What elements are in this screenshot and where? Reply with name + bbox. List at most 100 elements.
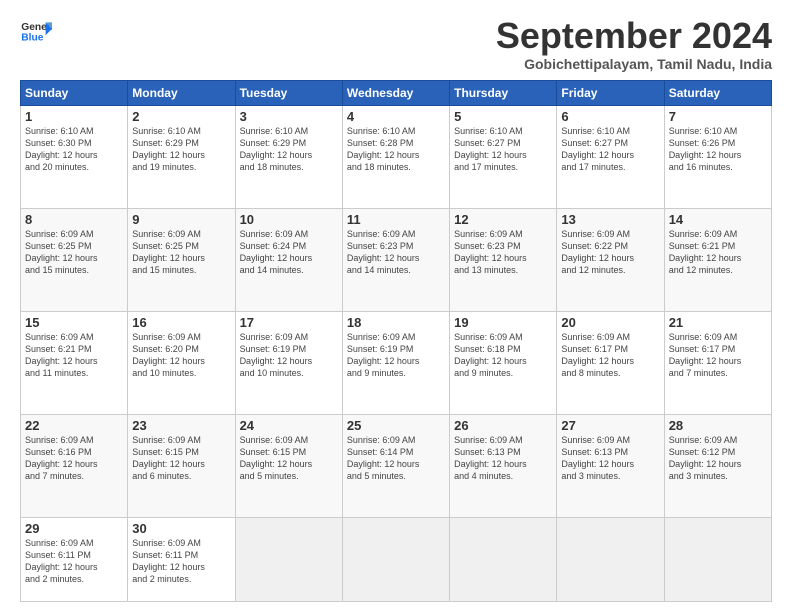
table-row: 11Sunrise: 6:09 AM Sunset: 6:23 PM Dayli… bbox=[342, 208, 449, 311]
table-row: 29Sunrise: 6:09 AM Sunset: 6:11 PM Dayli… bbox=[21, 517, 128, 601]
day-info: Sunrise: 6:10 AM Sunset: 6:30 PM Dayligh… bbox=[25, 125, 123, 174]
day-info: Sunrise: 6:09 AM Sunset: 6:21 PM Dayligh… bbox=[669, 228, 767, 277]
table-row: 22Sunrise: 6:09 AM Sunset: 6:16 PM Dayli… bbox=[21, 414, 128, 517]
day-number: 6 bbox=[561, 109, 659, 124]
calendar-week: 22Sunrise: 6:09 AM Sunset: 6:16 PM Dayli… bbox=[21, 414, 772, 517]
day-number: 3 bbox=[240, 109, 338, 124]
day-number: 27 bbox=[561, 418, 659, 433]
col-thursday: Thursday bbox=[450, 80, 557, 105]
table-row: 26Sunrise: 6:09 AM Sunset: 6:13 PM Dayli… bbox=[450, 414, 557, 517]
day-number: 20 bbox=[561, 315, 659, 330]
day-info: Sunrise: 6:10 AM Sunset: 6:29 PM Dayligh… bbox=[132, 125, 230, 174]
day-number: 30 bbox=[132, 521, 230, 536]
day-info: Sunrise: 6:09 AM Sunset: 6:23 PM Dayligh… bbox=[454, 228, 552, 277]
day-info: Sunrise: 6:09 AM Sunset: 6:16 PM Dayligh… bbox=[25, 434, 123, 483]
day-info: Sunrise: 6:09 AM Sunset: 6:25 PM Dayligh… bbox=[25, 228, 123, 277]
table-row: 1Sunrise: 6:10 AM Sunset: 6:30 PM Daylig… bbox=[21, 105, 128, 208]
day-number: 26 bbox=[454, 418, 552, 433]
col-tuesday: Tuesday bbox=[235, 80, 342, 105]
calendar-week: 15Sunrise: 6:09 AM Sunset: 6:21 PM Dayli… bbox=[21, 311, 772, 414]
day-info: Sunrise: 6:09 AM Sunset: 6:15 PM Dayligh… bbox=[240, 434, 338, 483]
col-wednesday: Wednesday bbox=[342, 80, 449, 105]
day-info: Sunrise: 6:09 AM Sunset: 6:12 PM Dayligh… bbox=[669, 434, 767, 483]
table-row bbox=[450, 517, 557, 601]
page: General Blue September 2024 Gobichettipa… bbox=[0, 0, 792, 612]
day-info: Sunrise: 6:09 AM Sunset: 6:14 PM Dayligh… bbox=[347, 434, 445, 483]
table-row: 30Sunrise: 6:09 AM Sunset: 6:11 PM Dayli… bbox=[128, 517, 235, 601]
table-row: 10Sunrise: 6:09 AM Sunset: 6:24 PM Dayli… bbox=[235, 208, 342, 311]
subtitle: Gobichettipalayam, Tamil Nadu, India bbox=[496, 56, 772, 72]
day-number: 4 bbox=[347, 109, 445, 124]
title-section: September 2024 Gobichettipalayam, Tamil … bbox=[496, 16, 772, 72]
day-number: 29 bbox=[25, 521, 123, 536]
day-info: Sunrise: 6:09 AM Sunset: 6:15 PM Dayligh… bbox=[132, 434, 230, 483]
table-row: 27Sunrise: 6:09 AM Sunset: 6:13 PM Dayli… bbox=[557, 414, 664, 517]
day-number: 7 bbox=[669, 109, 767, 124]
table-row bbox=[342, 517, 449, 601]
header: General Blue September 2024 Gobichettipa… bbox=[20, 16, 772, 72]
table-row: 13Sunrise: 6:09 AM Sunset: 6:22 PM Dayli… bbox=[557, 208, 664, 311]
table-row: 7Sunrise: 6:10 AM Sunset: 6:26 PM Daylig… bbox=[664, 105, 771, 208]
svg-text:Blue: Blue bbox=[21, 32, 43, 43]
table-row: 18Sunrise: 6:09 AM Sunset: 6:19 PM Dayli… bbox=[342, 311, 449, 414]
day-number: 11 bbox=[347, 212, 445, 227]
table-row bbox=[235, 517, 342, 601]
day-info: Sunrise: 6:10 AM Sunset: 6:29 PM Dayligh… bbox=[240, 125, 338, 174]
day-number: 15 bbox=[25, 315, 123, 330]
table-row: 23Sunrise: 6:09 AM Sunset: 6:15 PM Dayli… bbox=[128, 414, 235, 517]
day-number: 2 bbox=[132, 109, 230, 124]
day-number: 25 bbox=[347, 418, 445, 433]
day-number: 18 bbox=[347, 315, 445, 330]
table-row: 17Sunrise: 6:09 AM Sunset: 6:19 PM Dayli… bbox=[235, 311, 342, 414]
day-info: Sunrise: 6:09 AM Sunset: 6:19 PM Dayligh… bbox=[347, 331, 445, 380]
day-number: 13 bbox=[561, 212, 659, 227]
table-row: 5Sunrise: 6:10 AM Sunset: 6:27 PM Daylig… bbox=[450, 105, 557, 208]
table-row bbox=[557, 517, 664, 601]
day-number: 23 bbox=[132, 418, 230, 433]
day-info: Sunrise: 6:09 AM Sunset: 6:24 PM Dayligh… bbox=[240, 228, 338, 277]
table-row: 14Sunrise: 6:09 AM Sunset: 6:21 PM Dayli… bbox=[664, 208, 771, 311]
col-monday: Monday bbox=[128, 80, 235, 105]
calendar-week: 29Sunrise: 6:09 AM Sunset: 6:11 PM Dayli… bbox=[21, 517, 772, 601]
table-row: 19Sunrise: 6:09 AM Sunset: 6:18 PM Dayli… bbox=[450, 311, 557, 414]
table-row: 20Sunrise: 6:09 AM Sunset: 6:17 PM Dayli… bbox=[557, 311, 664, 414]
table-row: 6Sunrise: 6:10 AM Sunset: 6:27 PM Daylig… bbox=[557, 105, 664, 208]
day-number: 5 bbox=[454, 109, 552, 124]
day-info: Sunrise: 6:09 AM Sunset: 6:23 PM Dayligh… bbox=[347, 228, 445, 277]
day-info: Sunrise: 6:09 AM Sunset: 6:13 PM Dayligh… bbox=[454, 434, 552, 483]
day-number: 14 bbox=[669, 212, 767, 227]
month-title: September 2024 bbox=[496, 16, 772, 56]
day-number: 16 bbox=[132, 315, 230, 330]
day-number: 12 bbox=[454, 212, 552, 227]
calendar: Sunday Monday Tuesday Wednesday Thursday… bbox=[20, 80, 772, 602]
table-row: 12Sunrise: 6:09 AM Sunset: 6:23 PM Dayli… bbox=[450, 208, 557, 311]
table-row: 25Sunrise: 6:09 AM Sunset: 6:14 PM Dayli… bbox=[342, 414, 449, 517]
table-row: 24Sunrise: 6:09 AM Sunset: 6:15 PM Dayli… bbox=[235, 414, 342, 517]
day-number: 9 bbox=[132, 212, 230, 227]
day-info: Sunrise: 6:09 AM Sunset: 6:22 PM Dayligh… bbox=[561, 228, 659, 277]
table-row: 3Sunrise: 6:10 AM Sunset: 6:29 PM Daylig… bbox=[235, 105, 342, 208]
calendar-week: 1Sunrise: 6:10 AM Sunset: 6:30 PM Daylig… bbox=[21, 105, 772, 208]
day-info: Sunrise: 6:09 AM Sunset: 6:17 PM Dayligh… bbox=[561, 331, 659, 380]
col-saturday: Saturday bbox=[664, 80, 771, 105]
calendar-week: 8Sunrise: 6:09 AM Sunset: 6:25 PM Daylig… bbox=[21, 208, 772, 311]
day-info: Sunrise: 6:09 AM Sunset: 6:13 PM Dayligh… bbox=[561, 434, 659, 483]
day-info: Sunrise: 6:09 AM Sunset: 6:25 PM Dayligh… bbox=[132, 228, 230, 277]
table-row: 2Sunrise: 6:10 AM Sunset: 6:29 PM Daylig… bbox=[128, 105, 235, 208]
day-number: 22 bbox=[25, 418, 123, 433]
day-number: 24 bbox=[240, 418, 338, 433]
day-number: 21 bbox=[669, 315, 767, 330]
table-row: 9Sunrise: 6:09 AM Sunset: 6:25 PM Daylig… bbox=[128, 208, 235, 311]
table-row: 4Sunrise: 6:10 AM Sunset: 6:28 PM Daylig… bbox=[342, 105, 449, 208]
logo-icon: General Blue bbox=[20, 16, 52, 48]
col-sunday: Sunday bbox=[21, 80, 128, 105]
day-number: 8 bbox=[25, 212, 123, 227]
logo: General Blue bbox=[20, 16, 52, 48]
table-row: 15Sunrise: 6:09 AM Sunset: 6:21 PM Dayli… bbox=[21, 311, 128, 414]
day-info: Sunrise: 6:09 AM Sunset: 6:19 PM Dayligh… bbox=[240, 331, 338, 380]
day-number: 1 bbox=[25, 109, 123, 124]
day-info: Sunrise: 6:10 AM Sunset: 6:27 PM Dayligh… bbox=[561, 125, 659, 174]
day-info: Sunrise: 6:10 AM Sunset: 6:27 PM Dayligh… bbox=[454, 125, 552, 174]
header-row: Sunday Monday Tuesday Wednesday Thursday… bbox=[21, 80, 772, 105]
day-number: 17 bbox=[240, 315, 338, 330]
